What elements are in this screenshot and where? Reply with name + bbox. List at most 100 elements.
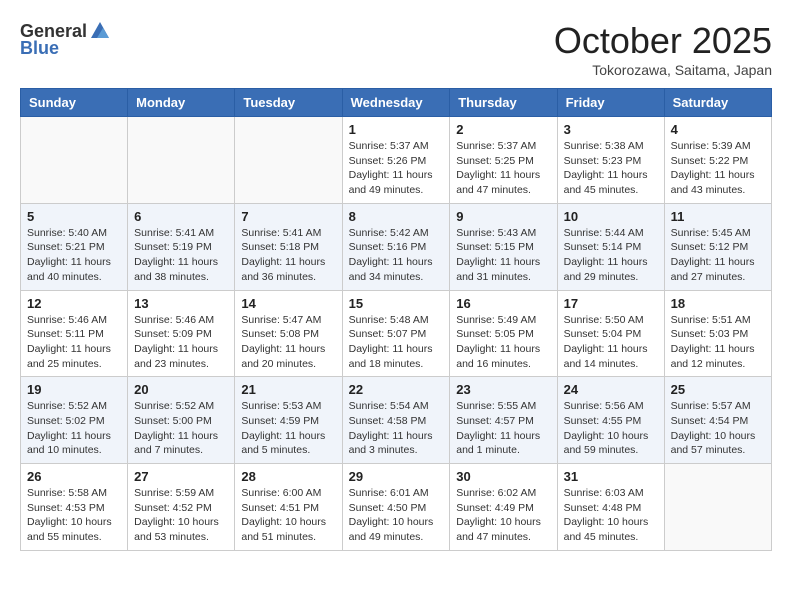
day-info: Sunrise: 5:49 AM Sunset: 5:05 PM Dayligh… — [456, 313, 550, 372]
table-cell: 22Sunrise: 5:54 AM Sunset: 4:58 PM Dayli… — [342, 377, 450, 464]
table-cell: 25 Sunrise: 5:57 AM Sunset: 4:54 PM Dayli… — [664, 377, 771, 464]
table-cell: 26 Sunrise: 5:58 AM Sunset: 4:53 PM Dayli… — [21, 464, 128, 551]
day-info: Sunrise: 5:40 AM Sunset: 5:21 PM Dayligh… — [27, 226, 121, 285]
table-cell: 28Sunrise: 6:00 AM Sunset: 4:51 PM Dayli… — [235, 464, 342, 551]
table-cell: 21Sunrise: 5:53 AM Sunset: 4:59 PM Dayli… — [235, 377, 342, 464]
table-cell: 6 Sunrise: 5:41 AM Sunset: 5:19 PM Daylig… — [128, 203, 235, 290]
day-number: 6 — [134, 209, 228, 224]
day-number: 20 — [134, 382, 228, 397]
day-info: Sunrise: 5:41 AM Sunset: 5:18 PM Dayligh… — [241, 226, 335, 285]
table-cell — [21, 117, 128, 204]
table-cell: 10 Sunrise: 5:44 AM Sunset: 5:14 PM Dayli… — [557, 203, 664, 290]
title-area: October 2025 Tokorozawa, Saitama, Japan — [554, 20, 772, 78]
day-info: Sunrise: 5:55 AM Sunset: 4:57 PM Dayligh… — [456, 399, 550, 458]
day-number: 13 — [134, 296, 228, 311]
day-number: 9 — [456, 209, 550, 224]
day-number: 1 — [349, 122, 444, 137]
day-number: 16 — [456, 296, 550, 311]
col-thursday: Thursday — [450, 89, 557, 117]
day-number: 23 — [456, 382, 550, 397]
table-cell: 18Sunrise: 5:51 AM Sunset: 5:03 PM Dayli… — [664, 290, 771, 377]
table-cell: 14 Sunrise: 5:47 AM Sunset: 5:08 PM Dayli… — [235, 290, 342, 377]
day-info: Sunrise: 5:43 AM Sunset: 5:15 PM Dayligh… — [456, 226, 550, 285]
day-number: 31 — [564, 469, 658, 484]
logo: General Blue — [20, 20, 111, 59]
day-number: 21 — [241, 382, 335, 397]
table-row: 26 Sunrise: 5:58 AM Sunset: 4:53 PM Dayli… — [21, 464, 772, 551]
day-number: 17 — [564, 296, 658, 311]
day-info: Sunrise: 5:37 AM Sunset: 5:25 PM Dayligh… — [456, 139, 550, 198]
table-cell: 2 Sunrise: 5:37 AM Sunset: 5:25 PM Daylig… — [450, 117, 557, 204]
table-cell: 16 Sunrise: 5:49 AM Sunset: 5:05 PM Dayli… — [450, 290, 557, 377]
table-cell: 3Sunrise: 5:38 AM Sunset: 5:23 PM Daylig… — [557, 117, 664, 204]
table-row: 1Sunrise: 5:37 AM Sunset: 5:26 PM Daylig… — [21, 117, 772, 204]
day-number: 14 — [241, 296, 335, 311]
day-info: Sunrise: 5:52 AM Sunset: 5:02 PM Dayligh… — [27, 399, 121, 458]
table-cell: 12 Sunrise: 5:46 AM Sunset: 5:11 PM Dayli… — [21, 290, 128, 377]
table-cell: 27 Sunrise: 5:59 AM Sunset: 4:52 PM Dayli… — [128, 464, 235, 551]
month-title: October 2025 — [554, 20, 772, 62]
day-number: 12 — [27, 296, 121, 311]
calendar-table: Sunday Monday Tuesday Wednesday Thursday… — [20, 88, 772, 551]
day-info: Sunrise: 5:44 AM Sunset: 5:14 PM Dayligh… — [564, 226, 658, 285]
day-info: Sunrise: 6:02 AM Sunset: 4:49 PM Dayligh… — [456, 486, 550, 545]
day-number: 26 — [27, 469, 121, 484]
day-number: 11 — [671, 209, 765, 224]
table-cell: 9 Sunrise: 5:43 AM Sunset: 5:15 PM Daylig… — [450, 203, 557, 290]
day-number: 2 — [456, 122, 550, 137]
table-cell: 1Sunrise: 5:37 AM Sunset: 5:26 PM Daylig… — [342, 117, 450, 204]
table-cell — [664, 464, 771, 551]
day-number: 8 — [349, 209, 444, 224]
day-info: Sunrise: 5:39 AM Sunset: 5:22 PM Dayligh… — [671, 139, 765, 198]
day-info: Sunrise: 5:46 AM Sunset: 5:09 PM Dayligh… — [134, 313, 228, 372]
day-number: 30 — [456, 469, 550, 484]
day-number: 19 — [27, 382, 121, 397]
col-sunday: Sunday — [21, 89, 128, 117]
day-number: 18 — [671, 296, 765, 311]
table-cell: 30 Sunrise: 6:02 AM Sunset: 4:49 PM Dayli… — [450, 464, 557, 551]
table-cell: 29 Sunrise: 6:01 AM Sunset: 4:50 PM Dayli… — [342, 464, 450, 551]
day-number: 27 — [134, 469, 228, 484]
col-monday: Monday — [128, 89, 235, 117]
table-row: 5 Sunrise: 5:40 AM Sunset: 5:21 PM Daylig… — [21, 203, 772, 290]
table-cell: 31 Sunrise: 6:03 AM Sunset: 4:48 PM Dayli… — [557, 464, 664, 551]
day-number: 25 — [671, 382, 765, 397]
day-info: Sunrise: 5:50 AM Sunset: 5:04 PM Dayligh… — [564, 313, 658, 372]
day-info: Sunrise: 5:57 AM Sunset: 4:54 PM Dayligh… — [671, 399, 765, 458]
day-number: 10 — [564, 209, 658, 224]
day-info: Sunrise: 5:58 AM Sunset: 4:53 PM Dayligh… — [27, 486, 121, 545]
day-info: Sunrise: 5:48 AM Sunset: 5:07 PM Dayligh… — [349, 313, 444, 372]
table-cell: 23 Sunrise: 5:55 AM Sunset: 4:57 PM Dayli… — [450, 377, 557, 464]
table-row: 12 Sunrise: 5:46 AM Sunset: 5:11 PM Dayli… — [21, 290, 772, 377]
col-saturday: Saturday — [664, 89, 771, 117]
col-wednesday: Wednesday — [342, 89, 450, 117]
table-cell: 20 Sunrise: 5:52 AM Sunset: 5:00 PM Dayli… — [128, 377, 235, 464]
day-number: 29 — [349, 469, 444, 484]
day-info: Sunrise: 5:45 AM Sunset: 5:12 PM Dayligh… — [671, 226, 765, 285]
day-info: Sunrise: 6:03 AM Sunset: 4:48 PM Dayligh… — [564, 486, 658, 545]
day-info: Sunrise: 5:42 AM Sunset: 5:16 PM Dayligh… — [349, 226, 444, 285]
day-info: Sunrise: 5:46 AM Sunset: 5:11 PM Dayligh… — [27, 313, 121, 372]
table-cell — [235, 117, 342, 204]
table-cell: 19 Sunrise: 5:52 AM Sunset: 5:02 PM Dayli… — [21, 377, 128, 464]
day-info: Sunrise: 6:01 AM Sunset: 4:50 PM Dayligh… — [349, 486, 444, 545]
day-info: Sunrise: 5:59 AM Sunset: 4:52 PM Dayligh… — [134, 486, 228, 545]
day-number: 7 — [241, 209, 335, 224]
table-cell — [128, 117, 235, 204]
day-number: 5 — [27, 209, 121, 224]
day-number: 4 — [671, 122, 765, 137]
day-info: Sunrise: 5:56 AM Sunset: 4:55 PM Dayligh… — [564, 399, 658, 458]
table-row: 19 Sunrise: 5:52 AM Sunset: 5:02 PM Dayli… — [21, 377, 772, 464]
day-info: Sunrise: 5:41 AM Sunset: 5:19 PM Dayligh… — [134, 226, 228, 285]
table-cell: 7 Sunrise: 5:41 AM Sunset: 5:18 PM Daylig… — [235, 203, 342, 290]
table-cell: 4 Sunrise: 5:39 AM Sunset: 5:22 PM Daylig… — [664, 117, 771, 204]
table-cell: 13 Sunrise: 5:46 AM Sunset: 5:09 PM Dayli… — [128, 290, 235, 377]
location-subtitle: Tokorozawa, Saitama, Japan — [554, 62, 772, 78]
col-tuesday: Tuesday — [235, 89, 342, 117]
day-number: 24 — [564, 382, 658, 397]
day-info: Sunrise: 5:47 AM Sunset: 5:08 PM Dayligh… — [241, 313, 335, 372]
day-info: Sunrise: 5:52 AM Sunset: 5:00 PM Dayligh… — [134, 399, 228, 458]
logo-blue: Blue — [20, 38, 59, 59]
table-cell: 17 Sunrise: 5:50 AM Sunset: 5:04 PM Dayli… — [557, 290, 664, 377]
table-cell: 8 Sunrise: 5:42 AM Sunset: 5:16 PM Daylig… — [342, 203, 450, 290]
